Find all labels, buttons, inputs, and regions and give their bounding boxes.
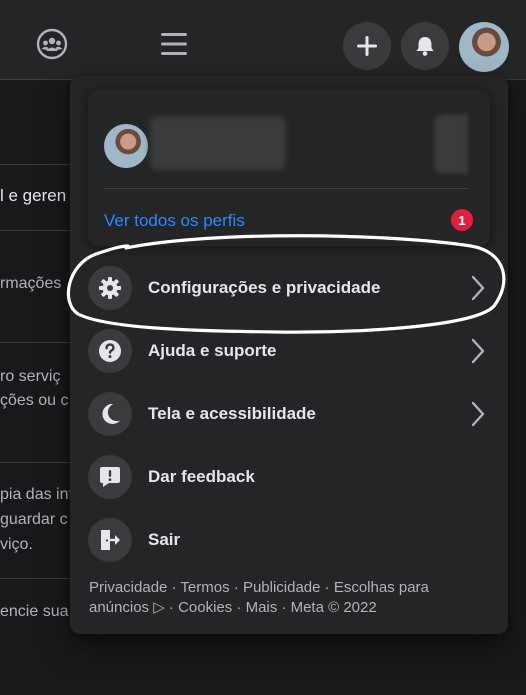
footer-links-line[interactable]: Privacidade · Termos · Publicidade · Esc… bbox=[89, 578, 489, 598]
background-divider bbox=[0, 164, 80, 165]
background-text: encie sua bbox=[0, 603, 69, 620]
redacted-profile-switch bbox=[434, 114, 468, 174]
help-icon bbox=[88, 329, 132, 373]
footer-links: Privacidade · Termos · Publicidade · Esc… bbox=[89, 578, 489, 618]
moon-icon bbox=[88, 392, 132, 436]
notification-badge: 1 bbox=[451, 209, 473, 231]
background-text: pia das inf bbox=[0, 486, 73, 503]
menu-item-log-out[interactable]: Sair bbox=[80, 511, 498, 569]
background-text: ções ou c bbox=[0, 392, 69, 409]
background-text: rmações bbox=[0, 275, 62, 292]
background-divider bbox=[0, 230, 80, 231]
feedback-icon bbox=[88, 455, 132, 499]
background-text: l e geren bbox=[0, 186, 67, 205]
profile-avatar[interactable] bbox=[104, 124, 148, 168]
profile-divider bbox=[104, 188, 469, 189]
menu-item-label: Tela e acessibilidade bbox=[148, 404, 316, 423]
redacted-profile-name bbox=[150, 116, 286, 170]
background-divider bbox=[0, 342, 80, 343]
see-all-profiles-link[interactable]: Ver todos os perfis bbox=[104, 211, 245, 231]
logout-icon bbox=[88, 518, 132, 562]
menu-item-label: Ajuda e suporte bbox=[148, 341, 277, 360]
menu-item-give-feedback[interactable]: Dar feedback bbox=[80, 448, 498, 506]
account-menu: Ver todos os perfis 1 Configurações e pr… bbox=[70, 76, 508, 634]
background-text: guardar c bbox=[0, 511, 68, 528]
footer-links-line[interactable]: anúncios ▷ · Cookies · Mais · Meta © 202… bbox=[89, 598, 489, 618]
groups-icon[interactable] bbox=[32, 24, 72, 64]
chevron-right-icon bbox=[471, 401, 485, 427]
background-divider bbox=[0, 578, 80, 579]
profile-card[interactable]: Ver todos os perfis 1 bbox=[88, 90, 490, 246]
hand-drawn-highlight-circle bbox=[66, 234, 506, 334]
menu-icon[interactable] bbox=[154, 24, 194, 64]
create-button[interactable] bbox=[343, 22, 391, 70]
top-navigation-bar bbox=[0, 0, 526, 80]
background-text: ro serviç bbox=[0, 368, 61, 385]
bell-icon bbox=[416, 37, 434, 56]
plus-icon bbox=[357, 36, 377, 56]
chevron-right-icon bbox=[471, 338, 485, 364]
background-text: viço. bbox=[0, 536, 33, 553]
menu-item-display-accessibility[interactable]: Tela e acessibilidade bbox=[80, 385, 498, 443]
menu-item-label: Dar feedback bbox=[148, 467, 255, 486]
notifications-button[interactable] bbox=[401, 22, 449, 70]
background-divider bbox=[0, 462, 80, 463]
account-avatar[interactable] bbox=[459, 22, 509, 72]
menu-item-label: Sair bbox=[148, 530, 181, 549]
